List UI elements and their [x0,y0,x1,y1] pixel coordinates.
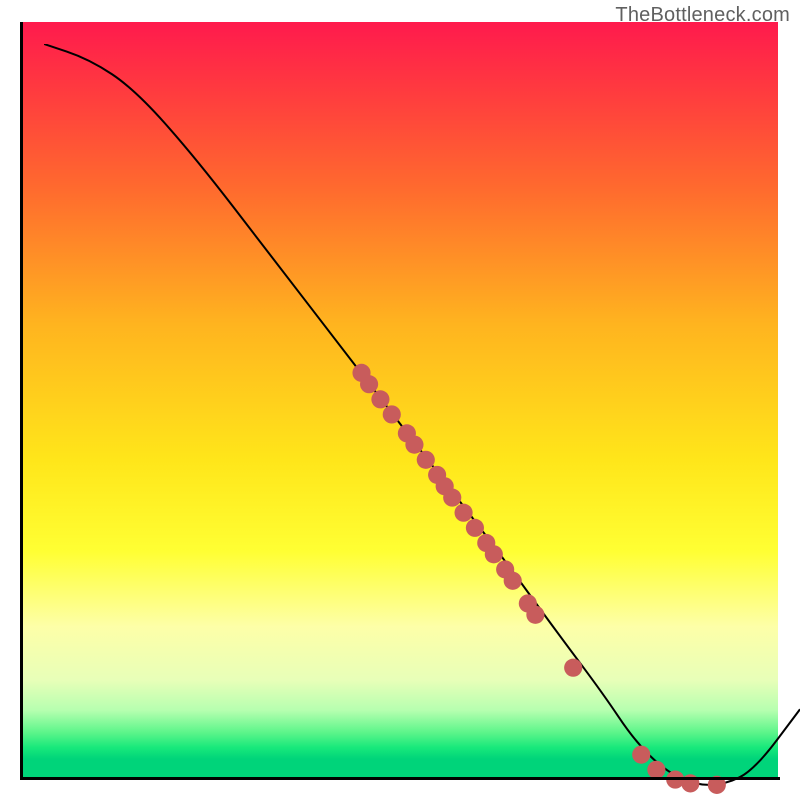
data-point [466,519,484,537]
attribution-text: TheBottleneck.com [615,4,790,27]
data-point [405,436,423,454]
data-point [504,572,522,590]
data-point [383,405,401,423]
data-point [485,545,503,563]
data-point [371,390,389,408]
data-point [455,504,473,522]
bottleneck-curve-path [44,44,800,785]
scatter-dots [352,364,725,794]
curve-layer [44,44,800,800]
data-point [360,375,378,393]
data-point [417,451,435,469]
data-point [564,659,582,677]
chart-canvas: TheBottleneck.com [0,0,800,800]
data-point [443,489,461,507]
plot-area [22,22,778,778]
data-point [526,606,544,624]
y-axis [20,22,23,780]
x-axis [20,777,780,780]
data-point [632,746,650,764]
